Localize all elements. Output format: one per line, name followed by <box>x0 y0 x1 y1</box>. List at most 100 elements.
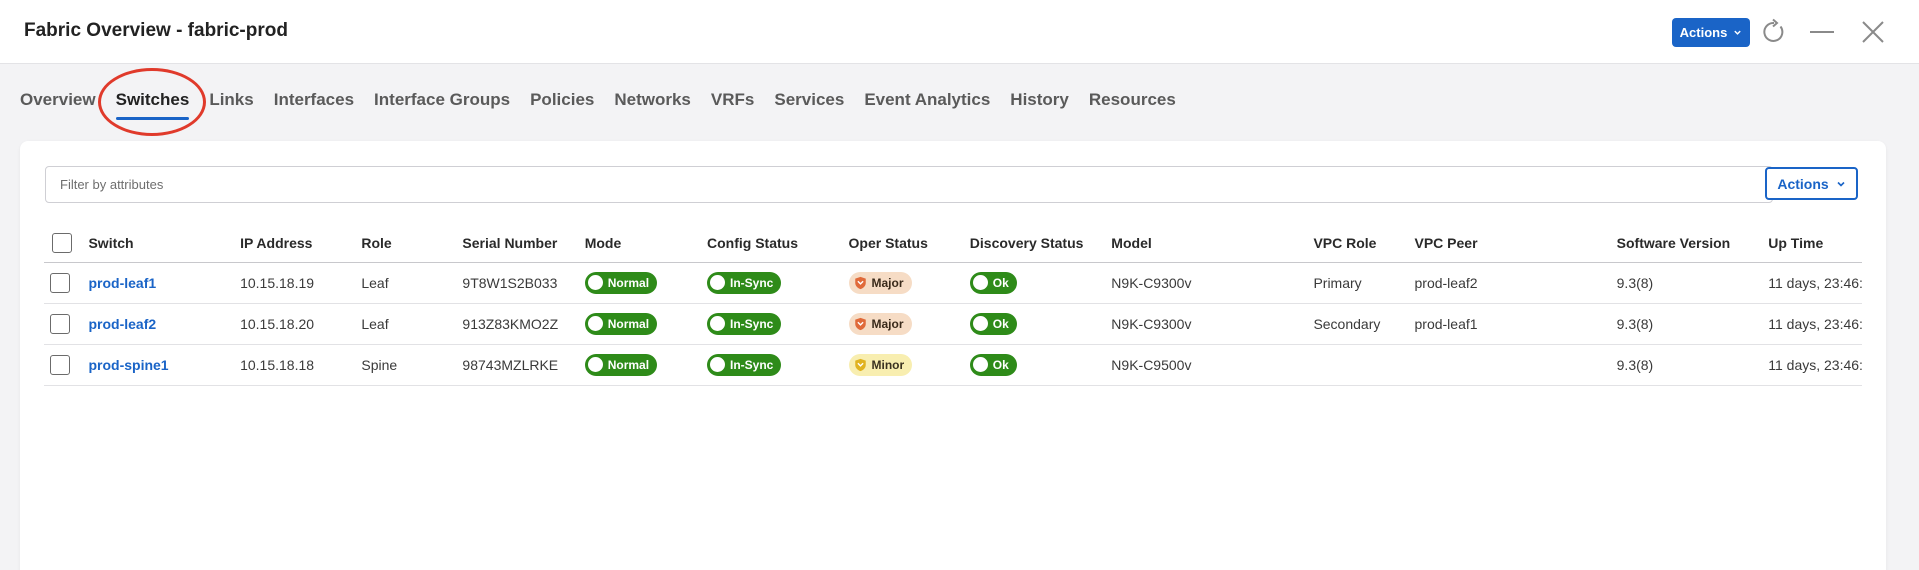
config-status-cell: In-Sync <box>707 303 849 345</box>
chevron-down-icon <box>1837 181 1845 187</box>
tab-interface-groups[interactable]: Interface Groups <box>374 88 510 124</box>
status-dot-icon <box>972 275 988 290</box>
tab-services[interactable]: Services <box>774 88 844 124</box>
shield-major-icon <box>854 276 866 289</box>
column-header-software-version[interactable]: Software Version <box>1616 219 1769 263</box>
switch-link[interactable]: prod-leaf1 <box>88 275 156 291</box>
column-header-role[interactable]: Role <box>361 219 463 263</box>
column-header-model[interactable]: Model <box>1111 219 1314 263</box>
tab-vrfs[interactable]: VRFs <box>711 88 754 124</box>
tab-policies[interactable]: Policies <box>530 88 594 124</box>
column-header-mode[interactable]: Mode <box>584 219 708 263</box>
status-dot-icon <box>710 357 726 372</box>
column-header-config-status[interactable]: Config Status <box>707 219 849 263</box>
table-row[interactable]: prod-spine1 10.15.18.18 Spine 98743MZLRK… <box>44 344 1862 386</box>
config-status-cell: In-Sync <box>707 262 849 304</box>
table-actions-label: Actions <box>1777 175 1829 192</box>
discovery-status-label: Ok <box>992 275 1009 290</box>
config-status-badge: In-Sync <box>707 353 782 376</box>
status-dot-icon <box>587 316 603 331</box>
up-time-cell: 11 days, 23:46:33 <box>1768 303 1862 345</box>
shield-major-icon <box>854 317 866 330</box>
mode-cell: Normal <box>584 344 708 386</box>
column-header-discovery-status[interactable]: Discovery Status <box>969 219 1112 263</box>
row-select-cell <box>44 303 89 345</box>
serial-number-cell: 98743MZLRKE <box>462 344 585 386</box>
filter-input[interactable] <box>45 166 1773 203</box>
chevron-down-icon <box>1734 30 1742 35</box>
column-header-oper-status[interactable]: Oper Status <box>848 219 970 263</box>
header-actions-button[interactable]: Actions <box>1672 18 1750 47</box>
oper-status-cell: Minor <box>848 344 970 386</box>
switches-panel: Actions Switch IP Address Role Serial Nu… <box>20 141 1886 570</box>
status-dot-icon <box>972 357 988 372</box>
column-header-switch[interactable]: Switch <box>88 219 241 263</box>
ip-address-cell: 10.15.18.18 <box>240 344 362 386</box>
vpc-role-cell: Secondary <box>1313 303 1415 345</box>
table-row[interactable]: prod-leaf2 10.15.18.20 Leaf 913Z83KMO2Z … <box>44 303 1862 345</box>
tab-overview[interactable]: Overview <box>20 88 96 124</box>
discovery-status-cell: Ok <box>969 344 1112 386</box>
column-header-vpc-role[interactable]: VPC Role <box>1313 219 1415 263</box>
vpc-peer-cell <box>1414 344 1617 386</box>
tab-switches[interactable]: Switches <box>115 88 189 124</box>
config-status-label: In-Sync <box>730 275 774 290</box>
column-header-serial-number[interactable]: Serial Number <box>462 219 585 263</box>
tab-bar: Overview Switches Links Interfaces Inter… <box>20 88 1176 124</box>
row-checkbox[interactable] <box>50 272 70 293</box>
switches-table-wrapper: Switch IP Address Role Serial Number Mod… <box>44 219 1862 519</box>
select-all-cell <box>44 219 89 263</box>
header-actions-label: Actions <box>1679 25 1728 40</box>
discovery-status-cell: Ok <box>969 303 1112 345</box>
row-select-cell <box>44 344 89 386</box>
row-checkbox[interactable] <box>50 313 70 334</box>
role-cell: Leaf <box>361 303 463 345</box>
switch-link[interactable]: prod-spine1 <box>88 357 168 373</box>
refresh-icon[interactable] <box>1758 16 1790 48</box>
model-cell: N9K-C9300v <box>1111 303 1314 345</box>
tab-networks[interactable]: Networks <box>614 88 691 124</box>
discovery-status-badge: Ok <box>969 312 1017 335</box>
status-dot-icon <box>710 316 726 331</box>
oper-status-label: Minor <box>871 357 905 372</box>
column-header-vpc-peer[interactable]: VPC Peer <box>1414 219 1617 263</box>
switch-name-cell: prod-spine1 <box>88 344 241 386</box>
serial-number-cell: 9T8W1S2B033 <box>462 262 585 304</box>
column-header-up-time[interactable]: Up Time <box>1768 219 1862 263</box>
window-title: Fabric Overview - fabric-prod <box>24 20 288 41</box>
switches-table: Switch IP Address Role Serial Number Mod… <box>44 219 1862 386</box>
table-row[interactable]: prod-leaf1 10.15.18.19 Leaf 9T8W1S2B033 … <box>44 262 1862 304</box>
status-dot-icon <box>587 357 603 372</box>
model-cell: N9K-C9500v <box>1111 344 1314 386</box>
tab-event-analytics[interactable]: Event Analytics <box>864 88 990 124</box>
mode-badge: Normal <box>584 271 658 294</box>
ip-address-cell: 10.15.18.20 <box>240 303 362 345</box>
table-actions-button[interactable]: Actions <box>1765 167 1858 200</box>
column-header-ip-address[interactable]: IP Address <box>240 219 362 263</box>
row-checkbox[interactable] <box>50 354 70 375</box>
status-dot-icon <box>972 316 988 331</box>
software-version-cell: 9.3(8) <box>1616 303 1769 345</box>
tab-history[interactable]: History <box>1010 88 1069 124</box>
tab-links[interactable]: Links <box>209 88 253 124</box>
mode-badge: Normal <box>584 353 658 376</box>
tab-interfaces[interactable]: Interfaces <box>274 88 354 124</box>
vpc-role-cell <box>1313 344 1415 386</box>
window-header: Fabric Overview - fabric-prod Actions <box>0 0 1919 64</box>
config-status-label: In-Sync <box>730 316 774 331</box>
config-status-badge: In-Sync <box>707 312 782 335</box>
oper-status-label: Major <box>871 316 904 331</box>
tab-resources[interactable]: Resources <box>1089 88 1176 124</box>
vpc-peer-cell: prod-leaf2 <box>1414 262 1617 304</box>
switch-link[interactable]: prod-leaf2 <box>88 316 156 332</box>
vpc-role-cell: Primary <box>1313 262 1415 304</box>
oper-status-cell: Major <box>848 303 970 345</box>
serial-number-cell: 913Z83KMO2Z <box>462 303 585 345</box>
discovery-status-cell: Ok <box>969 262 1112 304</box>
minimize-icon[interactable] <box>1806 16 1838 48</box>
select-all-checkbox[interactable] <box>52 233 72 254</box>
close-icon[interactable] <box>1857 16 1889 48</box>
oper-status-label: Major <box>871 275 904 290</box>
row-select-cell <box>44 262 89 304</box>
oper-status-cell: Major <box>848 262 970 304</box>
